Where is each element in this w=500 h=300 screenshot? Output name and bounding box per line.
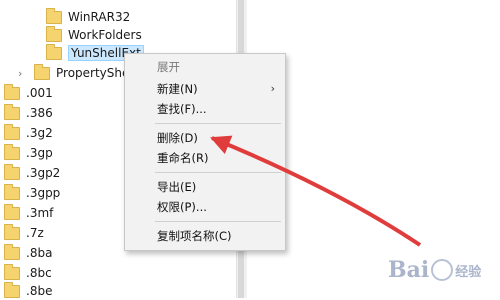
watermark: Bai 经验 <box>388 248 498 292</box>
watermark-suffix: 经验 <box>455 264 482 280</box>
paw-icon <box>431 259 454 281</box>
watermark-logo: Bai <box>388 257 430 283</box>
arrow-path <box>210 135 422 247</box>
